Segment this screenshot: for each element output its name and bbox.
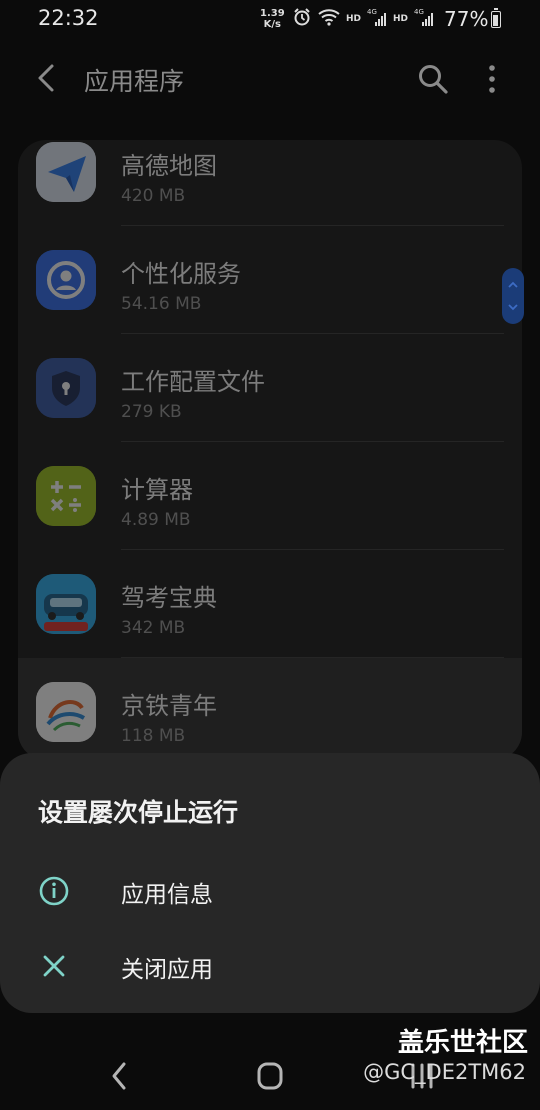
hd-label-1: HD [346, 14, 362, 24]
amap-icon [36, 142, 96, 202]
app-list-item[interactable]: 驾考宝典 342 MB [18, 550, 522, 658]
app-size: 54.16 MB [121, 294, 202, 314]
app-name: 京铁青年 [121, 692, 217, 720]
app-size: 342 MB [121, 618, 186, 638]
nav-back-icon[interactable] [100, 1056, 140, 1096]
community-watermark: 盖乐世社区 [397, 1028, 528, 1058]
app-bar: 应用程序 [0, 40, 540, 118]
signal-4g-icon-1: 4G [367, 7, 387, 31]
app-name: 工作配置文件 [121, 368, 265, 396]
status-icons: HD 4G HD 4G [292, 8, 434, 30]
app-name: 计算器 [121, 476, 193, 504]
app-name: 高德地图 [121, 152, 217, 180]
status-bar: 22:32 1.39 K/s HD 4G HD 4G 77% [0, 0, 540, 38]
app-list-item[interactable]: 个性化服务 54.16 MB [18, 226, 522, 334]
dialog-title: 设置屡次停止运行 [38, 798, 239, 827]
work-profile-icon [36, 358, 96, 418]
app-size: 279 KB [121, 402, 182, 422]
app-list-item[interactable]: 京铁青年 118 MB [18, 658, 522, 760]
status-time: 22:32 [38, 6, 99, 30]
app-name: 驾考宝典 [121, 584, 217, 612]
crash-dialog: 设置屡次停止运行 应用信息 关闭应用 [0, 753, 540, 1013]
close-app-label: 关闭应用 [121, 957, 213, 983]
search-icon[interactable] [416, 62, 450, 96]
app-info-option[interactable]: 应用信息 [0, 855, 540, 925]
app-list[interactable]: 高德地图 420 MB 个性化服务 54.16 MB 工作配置文件 279 KB… [18, 140, 522, 760]
jingtie-icon [36, 682, 96, 742]
calculator-icon [36, 466, 96, 526]
net-speed-value: 1.39 [260, 8, 285, 19]
app-list-item[interactable]: 高德地图 420 MB [18, 140, 522, 226]
net-speed: 1.39 K/s [260, 8, 285, 30]
app-list-item[interactable]: 工作配置文件 279 KB [18, 334, 522, 442]
jiakao-icon [36, 574, 96, 634]
signal-4g-icon-2: 4G [414, 7, 434, 31]
app-size: 420 MB [121, 186, 186, 206]
app-size: 118 MB [121, 726, 186, 746]
svg-text:4G: 4G [414, 8, 424, 16]
hd-label-2: HD [393, 14, 409, 24]
net-speed-unit: K/s [263, 19, 282, 30]
svg-text:4G: 4G [367, 8, 377, 16]
app-size: 4.89 MB [121, 510, 191, 530]
close-app-option[interactable]: 关闭应用 [0, 930, 540, 1000]
app-name: 个性化服务 [121, 260, 241, 288]
battery-percent: 77% [444, 7, 489, 31]
personalization-icon [36, 250, 96, 310]
fast-scroll-handle[interactable] [502, 268, 524, 324]
app-list-item[interactable]: 计算器 4.89 MB [18, 442, 522, 550]
wifi-icon [318, 8, 340, 30]
back-arrow-icon[interactable] [30, 58, 66, 98]
nav-home-icon[interactable] [250, 1056, 290, 1096]
app-info-label: 应用信息 [121, 882, 213, 908]
battery-icon [491, 8, 501, 28]
close-icon [38, 950, 70, 982]
alarm-icon [292, 7, 312, 31]
info-icon [38, 875, 70, 907]
more-vert-icon[interactable] [480, 62, 504, 96]
watermark-user-id: @GC_DE2TM62 [363, 1060, 526, 1084]
page-title: 应用程序 [84, 67, 185, 96]
